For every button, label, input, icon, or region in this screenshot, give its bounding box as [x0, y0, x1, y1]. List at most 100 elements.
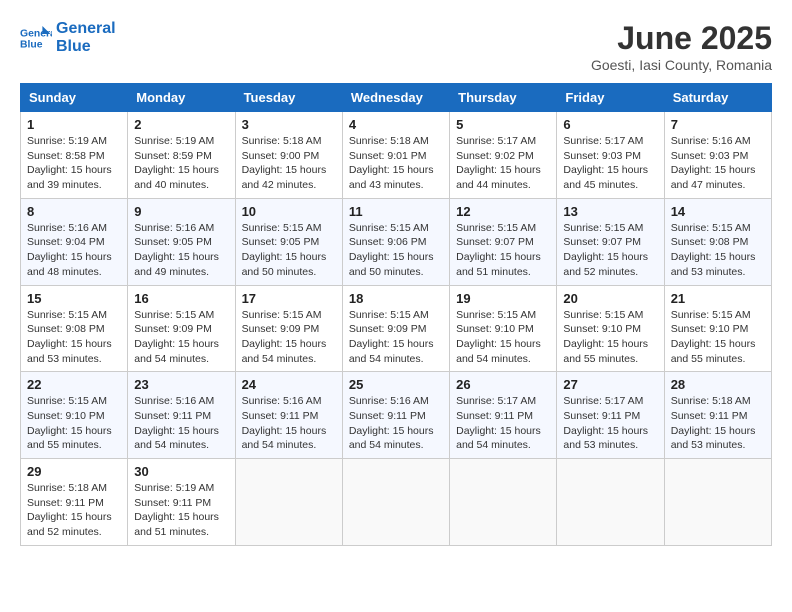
logo-blue: Blue: [56, 38, 116, 56]
day-cell: 5Sunrise: 5:17 AMSunset: 9:02 PMDaylight…: [450, 112, 557, 199]
day-info: Sunrise: 5:15 AMSunset: 9:07 PMDaylight:…: [456, 221, 550, 280]
day-cell: [664, 459, 771, 546]
day-cell: 25 Sunrise: 5:16 AMSunset: 9:11 PMDayligh…: [342, 372, 449, 459]
day-info: Sunrise: 5:15 AMSunset: 9:06 PMDaylight:…: [349, 221, 443, 280]
day-info: Sunrise: 5:15 AMSunset: 9:08 PMDaylight:…: [27, 308, 121, 367]
day-number: 15: [27, 291, 121, 306]
day-cell: 9Sunrise: 5:16 AMSunset: 9:05 PMDaylight…: [128, 198, 235, 285]
day-number: 17: [242, 291, 336, 306]
week-row-5: 29 Sunrise: 5:18 AMSunset: 9:11 PMDayligh…: [21, 459, 772, 546]
day-info: Sunrise: 5:18 AMSunset: 9:01 PMDaylight:…: [349, 134, 443, 193]
day-info: Sunrise: 5:15 AMSunset: 9:09 PMDaylight:…: [349, 308, 443, 367]
day-info: Sunrise: 5:15 AMSunset: 9:07 PMDaylight:…: [563, 221, 657, 280]
day-cell: 21 Sunrise: 5:15 AMSunset: 9:10 PMDayligh…: [664, 285, 771, 372]
day-cell: 7 Sunrise: 5:16 AMSunset: 9:03 PMDaylight…: [664, 112, 771, 199]
day-info: Sunrise: 5:15 AMSunset: 9:09 PMDaylight:…: [134, 308, 228, 367]
day-number: 9: [134, 204, 228, 219]
day-info: Sunrise: 5:17 AMSunset: 9:11 PMDaylight:…: [563, 394, 657, 453]
logo-general: General: [56, 20, 116, 38]
day-cell: 10Sunrise: 5:15 AMSunset: 9:05 PMDayligh…: [235, 198, 342, 285]
day-cell: 2 Sunrise: 5:19 AMSunset: 8:59 PMDaylight…: [128, 112, 235, 199]
day-number: 4: [349, 117, 443, 132]
day-cell: 6 Sunrise: 5:17 AMSunset: 9:03 PMDaylight…: [557, 112, 664, 199]
day-cell: 18 Sunrise: 5:15 AMSunset: 9:09 PMDayligh…: [342, 285, 449, 372]
day-number: 7: [671, 117, 765, 132]
day-number: 20: [563, 291, 657, 306]
day-number: 8: [27, 204, 121, 219]
header-tuesday: Tuesday: [235, 84, 342, 112]
week-row-3: 15 Sunrise: 5:15 AMSunset: 9:08 PMDayligh…: [21, 285, 772, 372]
day-cell: 19 Sunrise: 5:15 AMSunset: 9:10 PMDayligh…: [450, 285, 557, 372]
day-info: Sunrise: 5:18 AMSunset: 9:11 PMDaylight:…: [27, 481, 121, 540]
day-number: 18: [349, 291, 443, 306]
day-number: 30: [134, 464, 228, 479]
day-cell: 13 Sunrise: 5:15 AMSunset: 9:07 PMDayligh…: [557, 198, 664, 285]
day-info: Sunrise: 5:19 AMSunset: 9:11 PMDaylight:…: [134, 481, 228, 540]
calendar-table: SundayMondayTuesdayWednesdayThursdayFrid…: [20, 83, 772, 546]
month-title: June 2025: [591, 20, 772, 57]
day-cell: 14 Sunrise: 5:15 AMSunset: 9:08 PMDayligh…: [664, 198, 771, 285]
logo-icon: General Blue: [20, 22, 52, 54]
week-row-2: 8 Sunrise: 5:16 AMSunset: 9:04 PMDaylight…: [21, 198, 772, 285]
day-info: Sunrise: 5:15 AMSunset: 9:10 PMDaylight:…: [671, 308, 765, 367]
logo: General Blue General Blue: [20, 20, 116, 55]
day-number: 1: [27, 117, 121, 132]
header-monday: Monday: [128, 84, 235, 112]
day-cell: 15 Sunrise: 5:15 AMSunset: 9:08 PMDayligh…: [21, 285, 128, 372]
day-cell: 4 Sunrise: 5:18 AMSunset: 9:01 PMDaylight…: [342, 112, 449, 199]
day-cell: 17Sunrise: 5:15 AMSunset: 9:09 PMDayligh…: [235, 285, 342, 372]
day-cell: 23 Sunrise: 5:16 AMSunset: 9:11 PMDayligh…: [128, 372, 235, 459]
day-info: Sunrise: 5:18 AMSunset: 9:11 PMDaylight:…: [671, 394, 765, 453]
day-number: 19: [456, 291, 550, 306]
week-row-1: 1Sunrise: 5:19 AMSunset: 8:58 PMDaylight…: [21, 112, 772, 199]
day-info: Sunrise: 5:16 AMSunset: 9:04 PMDaylight:…: [27, 221, 121, 280]
day-number: 11: [349, 204, 443, 219]
day-number: 23: [134, 377, 228, 392]
day-number: 27: [563, 377, 657, 392]
day-cell: 3Sunrise: 5:18 AMSunset: 9:00 PMDaylight…: [235, 112, 342, 199]
day-info: Sunrise: 5:15 AMSunset: 9:08 PMDaylight:…: [671, 221, 765, 280]
day-cell: 11 Sunrise: 5:15 AMSunset: 9:06 PMDayligh…: [342, 198, 449, 285]
day-cell: 1Sunrise: 5:19 AMSunset: 8:58 PMDaylight…: [21, 112, 128, 199]
day-info: Sunrise: 5:15 AMSunset: 9:10 PMDaylight:…: [563, 308, 657, 367]
header-sunday: Sunday: [21, 84, 128, 112]
day-number: 13: [563, 204, 657, 219]
day-info: Sunrise: 5:16 AMSunset: 9:11 PMDaylight:…: [242, 394, 336, 453]
day-info: Sunrise: 5:19 AMSunset: 8:59 PMDaylight:…: [134, 134, 228, 193]
day-number: 10: [242, 204, 336, 219]
day-number: 29: [27, 464, 121, 479]
day-info: Sunrise: 5:18 AMSunset: 9:00 PMDaylight:…: [242, 134, 336, 193]
day-cell: 29 Sunrise: 5:18 AMSunset: 9:11 PMDayligh…: [21, 459, 128, 546]
day-number: 26: [456, 377, 550, 392]
day-info: Sunrise: 5:16 AMSunset: 9:03 PMDaylight:…: [671, 134, 765, 193]
day-info: Sunrise: 5:16 AMSunset: 9:11 PMDaylight:…: [349, 394, 443, 453]
day-info: Sunrise: 5:15 AMSunset: 9:10 PMDaylight:…: [456, 308, 550, 367]
day-number: 6: [563, 117, 657, 132]
day-cell: [342, 459, 449, 546]
location-title: Goesti, Iasi County, Romania: [591, 57, 772, 73]
day-number: 5: [456, 117, 550, 132]
day-cell: 28 Sunrise: 5:18 AMSunset: 9:11 PMDayligh…: [664, 372, 771, 459]
day-number: 28: [671, 377, 765, 392]
day-cell: [450, 459, 557, 546]
day-number: 14: [671, 204, 765, 219]
day-info: Sunrise: 5:15 AMSunset: 9:10 PMDaylight:…: [27, 394, 121, 453]
day-cell: 22 Sunrise: 5:15 AMSunset: 9:10 PMDayligh…: [21, 372, 128, 459]
day-number: 22: [27, 377, 121, 392]
day-cell: 27 Sunrise: 5:17 AMSunset: 9:11 PMDayligh…: [557, 372, 664, 459]
day-info: Sunrise: 5:17 AMSunset: 9:03 PMDaylight:…: [563, 134, 657, 193]
day-number: 16: [134, 291, 228, 306]
day-cell: 30 Sunrise: 5:19 AMSunset: 9:11 PMDayligh…: [128, 459, 235, 546]
day-number: 2: [134, 117, 228, 132]
week-row-4: 22 Sunrise: 5:15 AMSunset: 9:10 PMDayligh…: [21, 372, 772, 459]
day-cell: 16 Sunrise: 5:15 AMSunset: 9:09 PMDayligh…: [128, 285, 235, 372]
day-info: Sunrise: 5:16 AMSunset: 9:11 PMDaylight:…: [134, 394, 228, 453]
svg-text:Blue: Blue: [20, 39, 43, 50]
day-cell: [235, 459, 342, 546]
header-row: SundayMondayTuesdayWednesdayThursdayFrid…: [21, 84, 772, 112]
day-number: 21: [671, 291, 765, 306]
header-thursday: Thursday: [450, 84, 557, 112]
day-number: 12: [456, 204, 550, 219]
day-number: 25: [349, 377, 443, 392]
header: General Blue General Blue June 2025 Goes…: [20, 20, 772, 73]
